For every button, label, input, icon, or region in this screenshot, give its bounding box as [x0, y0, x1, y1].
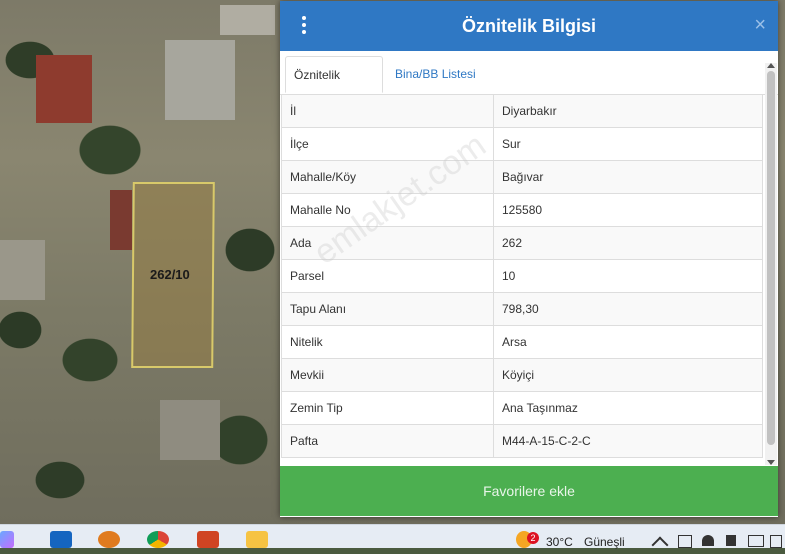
- table-row: Mahalle/Köy Bağıvar: [281, 160, 763, 194]
- scroll-down-icon[interactable]: [767, 460, 775, 465]
- panel-title: Öznitelik Bilgisi: [461, 16, 597, 36]
- add-to-favorites-button[interactable]: Favorilere ekle: [280, 466, 778, 516]
- panel-header: Öznitelik Bilgisi ×: [280, 1, 778, 51]
- copilot-icon[interactable]: [0, 531, 14, 548]
- attribute-key: Mahalle No: [281, 193, 494, 227]
- attribute-key: Mahalle/Köy: [281, 160, 494, 194]
- attribute-value: Sur: [493, 127, 763, 161]
- calendar-icon[interactable]: [770, 535, 782, 548]
- network-icon[interactable]: [702, 535, 714, 546]
- table-row: Mahalle No 125580: [281, 193, 763, 227]
- tab-bar: Öznitelik Bilgisi Bina/BB Listesi: [280, 52, 778, 118]
- table-row: Ada 262: [281, 226, 763, 260]
- outlook-icon[interactable]: [50, 531, 72, 548]
- attribute-table-container: İl Diyarbakır İlçe Sur Mahalle/Köy Bağıvar Mah…: [281, 94, 763, 467]
- attribute-key: Nitelik: [281, 325, 494, 359]
- attribute-key: İlçe: [281, 127, 494, 161]
- table-row: Nitelik Arsa: [281, 325, 763, 359]
- attribute-value: Bağıvar: [493, 160, 763, 194]
- attribute-table: İl Diyarbakır İlçe Sur Mahalle/Köy Bağıvar Mah…: [281, 94, 763, 458]
- taskbar: 2 30°C Güneşli: [0, 524, 785, 554]
- attribute-key: Zemin Tip: [281, 391, 494, 425]
- building-roof: [165, 40, 235, 120]
- table-row: Parsel 10: [281, 259, 763, 293]
- table-row: Zemin Tip Ana Taşınmaz: [281, 391, 763, 425]
- attribute-key: Parsel: [281, 259, 494, 293]
- building-roof: [36, 55, 92, 123]
- attribute-value: 10: [493, 259, 763, 293]
- attribute-value: Köyiçi: [493, 358, 763, 392]
- attribute-key: İl: [281, 94, 494, 128]
- attribute-key: Mevkii: [281, 358, 494, 392]
- building-roof: [160, 400, 220, 460]
- parcel-label: 262/10: [150, 267, 190, 282]
- attribute-value: 262: [493, 226, 763, 260]
- battery-icon[interactable]: [748, 535, 764, 547]
- table-row: Tapu Alanı 798,30: [281, 292, 763, 326]
- table-row: Pafta M44-A-15-C-2-C: [281, 424, 763, 458]
- attribute-key: Pafta: [281, 424, 494, 458]
- app-icon[interactable]: [98, 531, 120, 548]
- building-roof: [0, 240, 45, 300]
- table-row: İlçe Sur: [281, 127, 763, 161]
- powerpoint-icon[interactable]: [197, 531, 219, 548]
- close-icon[interactable]: ×: [754, 15, 766, 35]
- building-roof: [220, 5, 275, 35]
- tray-icon[interactable]: [678, 535, 692, 548]
- tab-attributes[interactable]: Öznitelik Bilgisi: [285, 56, 383, 118]
- notification-badge: 2: [527, 532, 539, 544]
- attribute-value: Diyarbakır: [493, 94, 763, 128]
- attribute-value: 798,30: [493, 292, 763, 326]
- attribute-value: 125580: [493, 193, 763, 227]
- scrollbar[interactable]: [765, 63, 777, 465]
- table-row: Mevkii Köyiçi: [281, 358, 763, 392]
- speaker-icon[interactable]: [726, 535, 736, 546]
- tab-building-list[interactable]: Bina/BB Listesi: [387, 56, 484, 93]
- attribute-key: Ada: [281, 226, 494, 260]
- chrome-icon[interactable]: [147, 531, 169, 548]
- table-row: İl Diyarbakır: [281, 94, 763, 128]
- attribute-value: M44-A-15-C-2-C: [493, 424, 763, 458]
- attribute-panel: Öznitelik Bilgisi × Öznitelik Bilgisi Bi…: [280, 1, 778, 517]
- folder-icon[interactable]: [246, 531, 268, 548]
- scroll-up-icon[interactable]: [767, 63, 775, 68]
- attribute-value: Arsa: [493, 325, 763, 359]
- attribute-key: Tapu Alanı: [281, 292, 494, 326]
- building-roof: [110, 190, 132, 250]
- chevron-up-icon[interactable]: [651, 536, 669, 554]
- scrollbar-thumb[interactable]: [767, 71, 775, 445]
- attribute-value: Ana Taşınmaz: [493, 391, 763, 425]
